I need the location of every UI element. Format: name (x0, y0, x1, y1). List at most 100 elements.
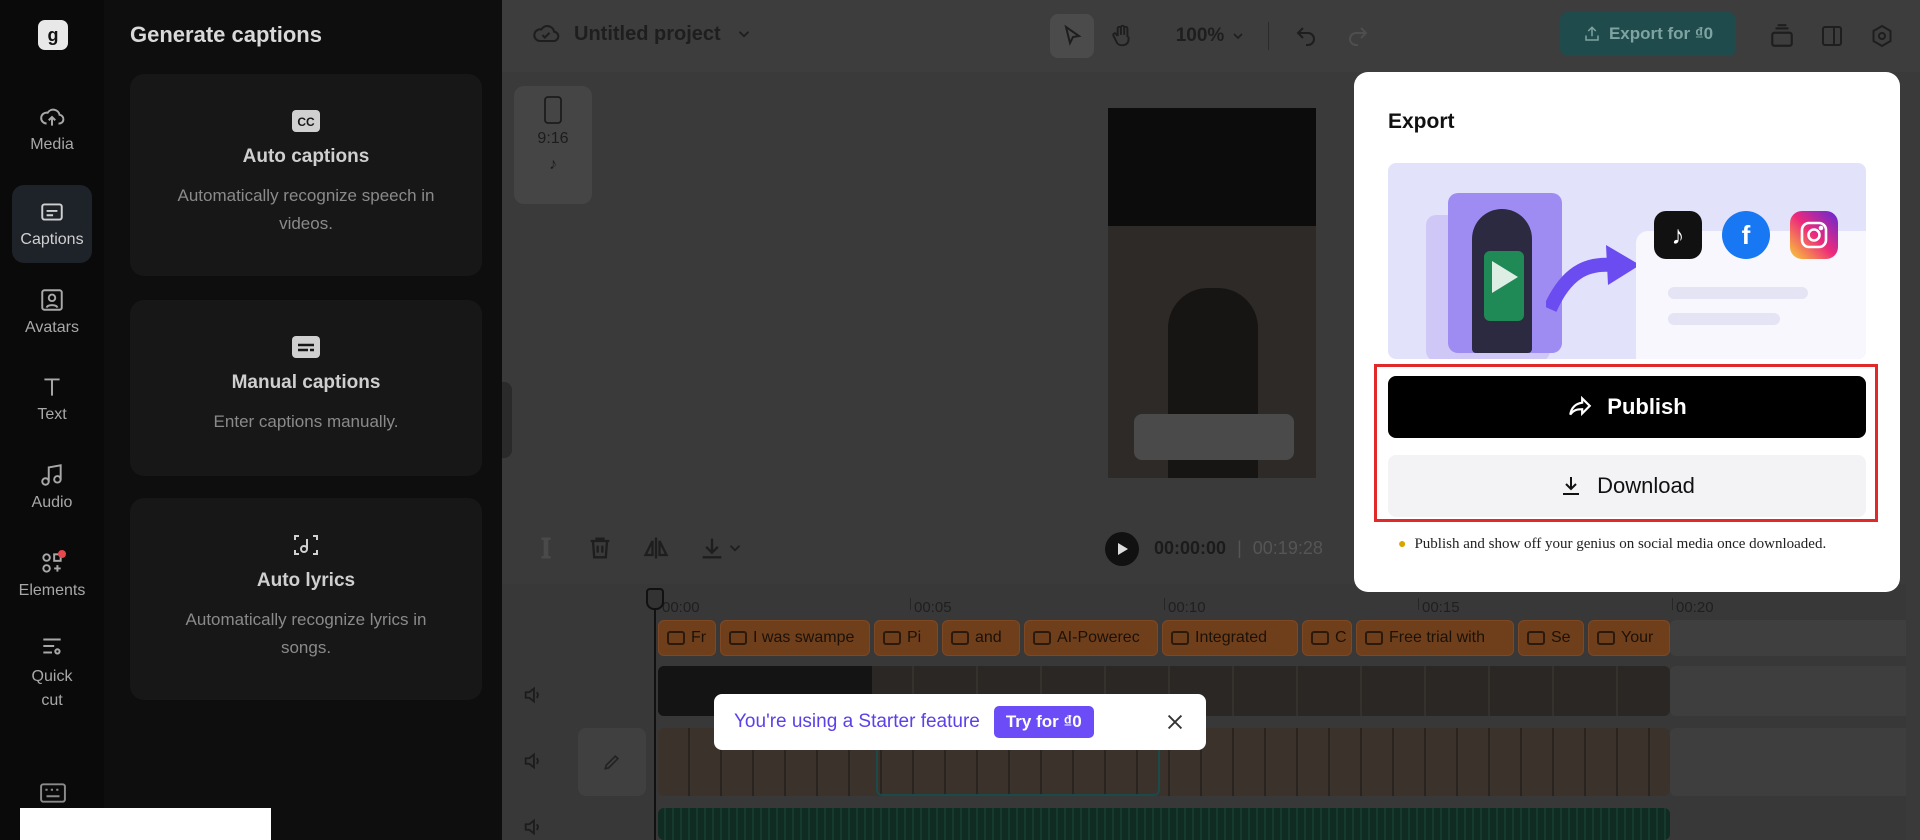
play-button[interactable] (1105, 532, 1139, 566)
rail-item-captions[interactable]: Captions (12, 185, 92, 263)
download-button[interactable]: Download (1388, 455, 1866, 517)
chevron-down-icon (1233, 33, 1243, 40)
caption-clip-icon (1171, 631, 1189, 645)
track-empty (1670, 728, 1920, 796)
caption-clip[interactable]: Se (1518, 620, 1584, 656)
rail-item-audio[interactable]: Audio (12, 448, 92, 526)
caption-clip[interactable]: Free trial with (1356, 620, 1514, 656)
caption-clip[interactable]: C (1302, 620, 1352, 656)
caption-clip-text: Your (1621, 629, 1654, 646)
panel-title: Generate captions (130, 22, 322, 47)
ruler-tick (1418, 598, 1419, 610)
playhead-handle[interactable] (646, 588, 664, 610)
layers-button[interactable] (1762, 14, 1802, 58)
left-rail: g Media Captions Avatars Text Audio Elem… (0, 0, 104, 840)
settings-button[interactable] (1862, 14, 1902, 58)
volume-icon[interactable] (522, 684, 544, 706)
export-button[interactable]: Export for ₫0 (1560, 12, 1736, 56)
phone-icon (544, 96, 562, 124)
auto-captions-card[interactable]: CC Auto captions Automatically recognize… (130, 74, 482, 276)
layers-icon (1771, 24, 1793, 47)
caption-clip-text: Free trial with (1389, 629, 1486, 646)
rail-item-quick-cut[interactable]: Quick cut (12, 626, 92, 720)
download-arrow-icon[interactable] (698, 534, 726, 562)
undo-button[interactable] (1286, 14, 1326, 58)
close-icon[interactable] (1164, 711, 1186, 733)
quick-cut-icon (43, 638, 61, 655)
edit-track-button[interactable] (578, 728, 646, 796)
blank-overlay (20, 808, 271, 840)
try-button[interactable]: Try for ₫0 (993, 706, 1094, 738)
caption-track: Fr I was swampe Pi and AI-Powerec Integr… (658, 620, 1670, 656)
trash-icon[interactable] (586, 534, 614, 562)
captions-panel: Generate captions CC Auto captions Autom… (104, 0, 502, 840)
track-empty (1670, 666, 1920, 716)
promo-line (1668, 313, 1780, 325)
panel-toggle-button[interactable] (1812, 14, 1852, 58)
zoom-dropdown[interactable]: 100% (1166, 14, 1256, 58)
caption-clip[interactable]: Pi (874, 620, 938, 656)
collapse-panel-handle[interactable] (502, 382, 512, 458)
rail-item-text[interactable]: Text (12, 360, 92, 438)
card-desc: Automatically recognize speech in videos… (177, 186, 435, 233)
starter-message: You're using a Starter feature (734, 711, 980, 732)
instagram-icon (1790, 211, 1838, 259)
toolbar-divider (1268, 22, 1269, 50)
redo-button[interactable] (1338, 14, 1378, 58)
caption-clip-text: I was swampe (753, 629, 855, 646)
ruler-tick (1672, 598, 1673, 610)
playhead-line (654, 588, 656, 840)
caption-clip[interactable]: Fr (658, 620, 716, 656)
notification-dot (58, 550, 66, 558)
audio-track[interactable] (658, 808, 1670, 840)
manual-captions-card[interactable]: Manual captions Enter captions manually. (130, 300, 482, 476)
hand-icon (1112, 24, 1130, 47)
mirror-icon[interactable] (642, 534, 670, 562)
project-name: Untitled project (574, 22, 721, 45)
project-name-button[interactable]: Untitled project (532, 20, 753, 48)
caption-clip-text: Fr (691, 629, 707, 646)
subtitle-icon (292, 336, 320, 358)
split-icon[interactable] (532, 534, 560, 562)
caption-clip[interactable]: Integrated (1162, 620, 1298, 656)
caption-clip-text: AI-Powerec (1057, 629, 1140, 646)
caption-clip-icon (1527, 631, 1545, 645)
export-hint: ● Publish and show off your genius on so… (1398, 536, 1826, 553)
captions-icon (41, 203, 63, 221)
publish-button[interactable]: Publish (1388, 376, 1866, 438)
share-icon (1569, 395, 1592, 417)
caption-clip[interactable]: and (942, 620, 1020, 656)
top-bar: Untitled project 100% Export for ₫0 (502, 0, 1920, 72)
hand-tool-button[interactable] (1100, 14, 1144, 58)
volume-icon[interactable] (522, 816, 544, 838)
caption-clip-text: C (1335, 629, 1347, 646)
keyboard-icon[interactable] (40, 782, 66, 804)
ruler-label: 00:15 (1422, 599, 1460, 616)
video-top-frame (1108, 108, 1316, 226)
rail-item-media[interactable]: Media (12, 90, 92, 168)
volume-icon[interactable] (522, 750, 544, 772)
tiktok-icon: ♪ (1654, 211, 1702, 259)
caption-clip[interactable]: Your (1588, 620, 1670, 656)
chevron-down-icon[interactable] (726, 534, 744, 562)
gear-icon (1872, 24, 1892, 48)
auto-lyrics-card[interactable]: Auto lyrics Automatically recognize lyri… (130, 498, 482, 700)
video-preview[interactable] (1108, 108, 1316, 478)
export-dialog: Export ♪ f Publish Download ● Publish an… (1354, 72, 1900, 592)
arrow-right-icon (1546, 245, 1640, 312)
vertical-scrollbar[interactable] (1906, 72, 1920, 840)
aspect-ratio-selector[interactable]: 9:16 ♪ (514, 86, 592, 204)
app-logo[interactable]: g (38, 20, 68, 50)
rail-label: Avatars (25, 319, 79, 336)
rail-item-avatars[interactable]: Avatars (12, 273, 92, 351)
text-icon (44, 378, 60, 396)
caption-clip-icon (1033, 631, 1051, 645)
caption-clip[interactable]: I was swampe (720, 620, 870, 656)
rail-item-elements[interactable]: Elements (12, 536, 92, 614)
caption-clip-icon (1311, 631, 1329, 645)
export-promo-illustration: ♪ f (1388, 163, 1866, 359)
caption-clip-icon (729, 631, 747, 645)
select-tool-button[interactable] (1050, 14, 1094, 58)
time-separator: | (1237, 538, 1242, 558)
caption-clip[interactable]: AI-Powerec (1024, 620, 1158, 656)
